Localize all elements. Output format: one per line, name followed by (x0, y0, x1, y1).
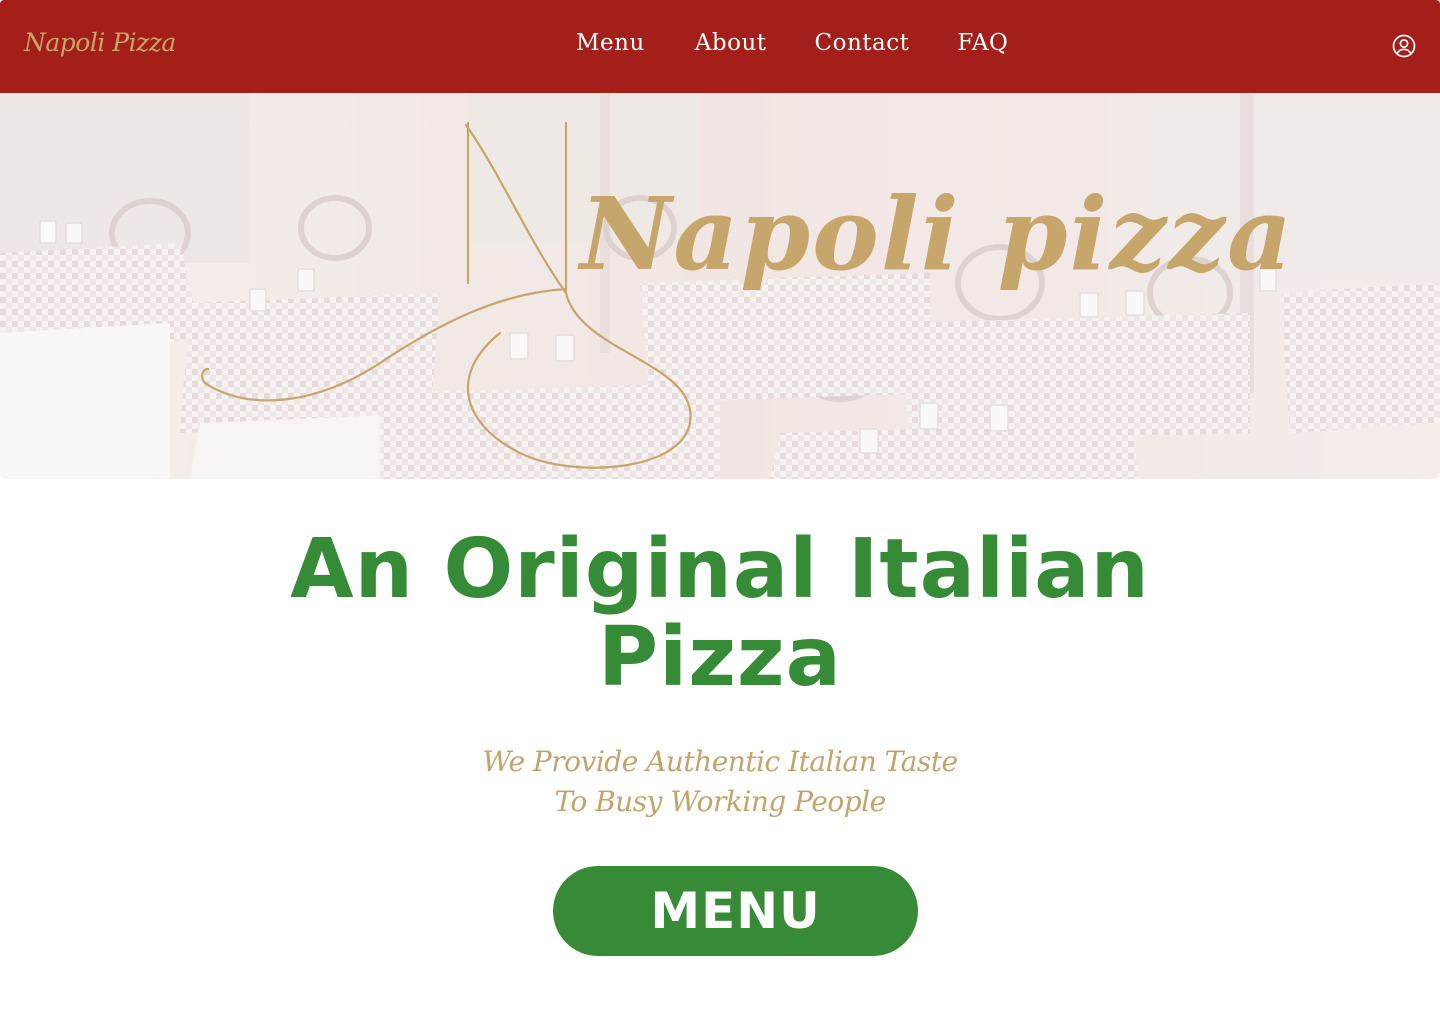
nav-link-about[interactable]: About (695, 30, 767, 56)
nav-link-menu[interactable]: Menu (576, 30, 645, 56)
top-navbar: Napoli Pizza Menu About Contact FAQ (0, 0, 1440, 93)
tagline-line-2: To Busy Working People (554, 785, 886, 818)
brand-logo[interactable]: Napoli Pizza (24, 28, 176, 57)
main-nav: Menu About Contact FAQ (576, 30, 1008, 56)
headline-line-1: An Original Italian (290, 522, 1150, 617)
menu-cta-button[interactable]: MENU (553, 866, 918, 956)
user-account-icon[interactable] (1392, 34, 1416, 58)
hero-banner: Napoli pizza (0, 93, 1440, 479)
tagline: We Provide Authentic Italian Taste To Bu… (0, 742, 1440, 822)
page-headline: An Original Italian Pizza (0, 526, 1440, 702)
headline-line-2: Pizza (598, 610, 842, 705)
tagline-line-1: We Provide Authentic Italian Taste (482, 745, 958, 778)
nav-link-contact[interactable]: Contact (815, 30, 910, 56)
hero-logo-text: Napoli pizza (580, 175, 1294, 293)
nav-link-faq[interactable]: FAQ (957, 30, 1008, 56)
